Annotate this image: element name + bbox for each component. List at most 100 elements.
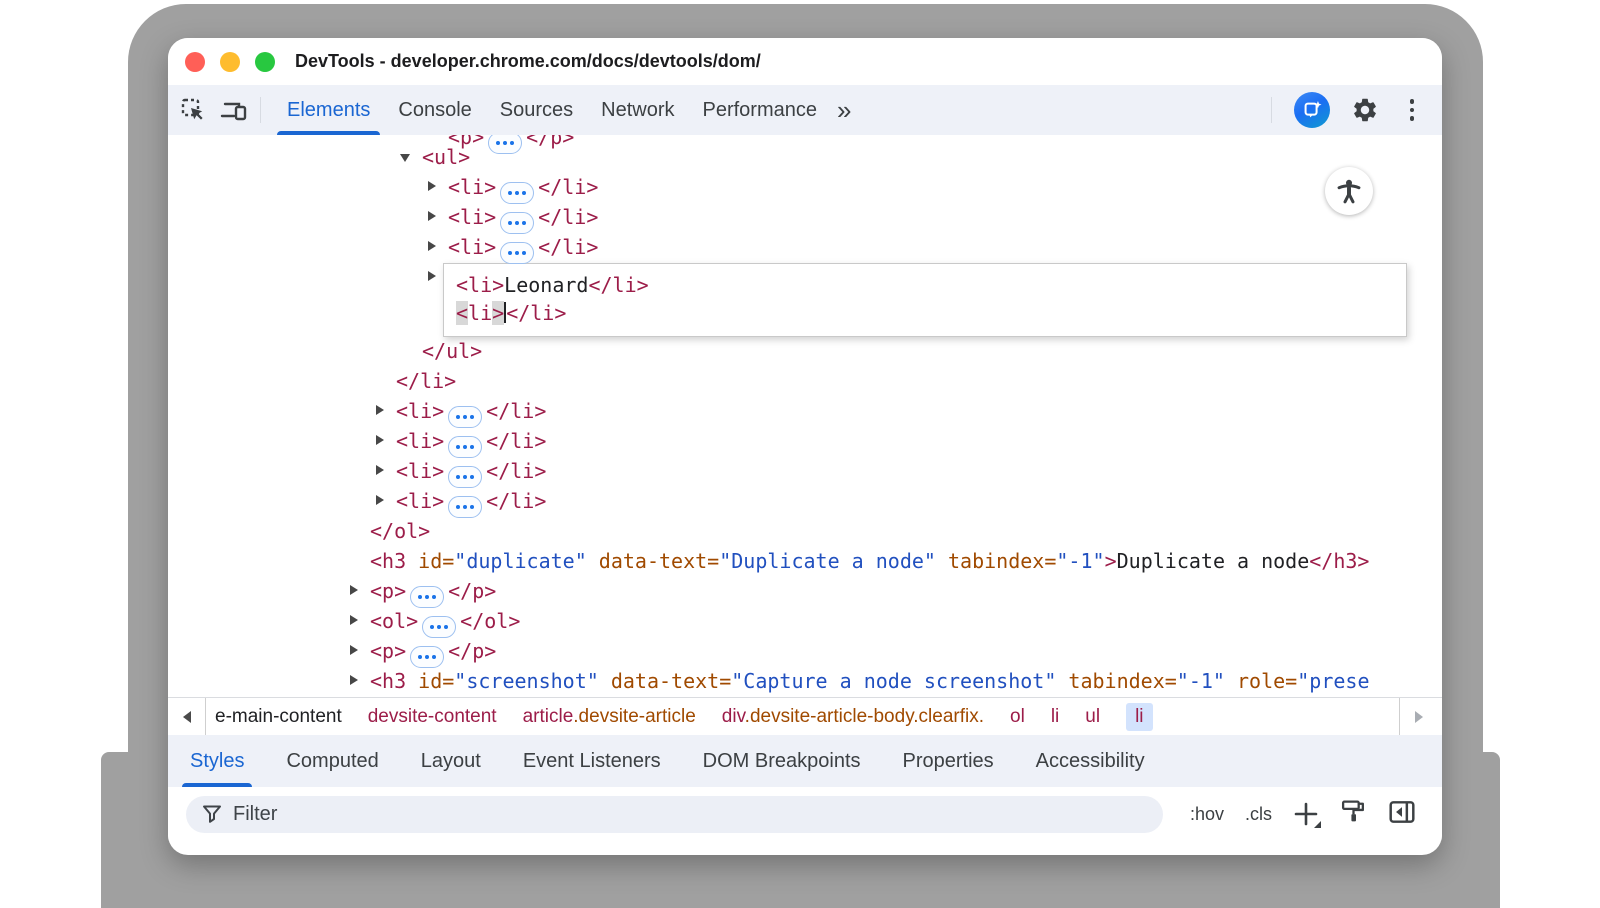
tag-token: </ol> [370,519,430,543]
expand-ellipsis-pill[interactable] [448,436,482,458]
dom-tree-row[interactable]: <ul> [422,142,470,172]
expand-triangle-icon[interactable] [376,495,384,505]
attribute-value-token: "-1" [1177,669,1225,693]
tab-properties[interactable]: Properties [903,735,994,787]
tag-token: <ol> [370,609,418,633]
attribute-value-token: "duplicate" [454,549,586,573]
dom-tree-row[interactable]: <li></li> [396,396,546,426]
maximize-window-icon[interactable] [255,52,275,72]
crumb-tag-part: article [523,706,574,727]
tab-layout[interactable]: Layout [421,735,481,787]
crumb-class-part: .devsite-article [573,706,696,727]
expand-triangle-icon[interactable] [428,181,436,191]
expand-triangle-icon[interactable] [350,615,358,625]
tag-token: <li> [396,399,444,423]
expand-ellipsis-pill[interactable] [488,135,522,154]
new-style-rule-icon[interactable] [1293,801,1319,827]
tab-dom-breakpoints[interactable]: DOM Breakpoints [703,735,861,787]
breadcrumb-item-div-devsite-article-body-clearfix-[interactable]: div.devsite-article-body.clearfix. [722,706,984,728]
tab-performance[interactable]: Performance [689,85,832,135]
breadcrumb-item-li[interactable]: li [1126,703,1152,731]
tag-token: <p> [370,639,406,663]
filter-placeholder: Filter [233,803,277,826]
expand-ellipsis-pill[interactable] [500,182,534,204]
dom-tree-row[interactable]: </ul> [422,336,482,366]
dom-tree-row[interactable]: </ol> [370,516,430,546]
dom-tree-row[interactable]: <li></li> [448,172,598,202]
expand-triangle-icon[interactable] [428,211,436,221]
tab-network[interactable]: Network [587,85,688,135]
expand-ellipsis-pill[interactable] [448,466,482,488]
collapse-triangle-icon[interactable] [400,154,410,162]
kebab-menu-icon[interactable] [1400,99,1424,121]
expand-ellipsis-pill[interactable] [448,496,482,518]
tab-styles[interactable]: Styles [190,735,244,787]
tag-token: </h3> [1309,549,1369,573]
tag-token: <li> [396,429,444,453]
dom-tree-row[interactable]: <ol></ol> [370,606,520,636]
attribute-value-token: "Capture a node screenshot" [731,669,1056,693]
expand-triangle-icon[interactable] [376,405,384,415]
expand-ellipsis-pill[interactable] [410,586,444,608]
expand-triangle-icon[interactable] [350,585,358,595]
dom-tree-row[interactable]: <h3 id="duplicate" data-text="Duplicate … [370,546,1369,576]
expand-ellipsis-pill[interactable] [448,406,482,428]
breadcrumb-scroll-left-button[interactable] [168,698,206,737]
tab-computed[interactable]: Computed [286,735,378,787]
expand-ellipsis-pill[interactable] [500,242,534,264]
tab-elements[interactable]: Elements [273,85,384,135]
devtools-toolbar: ElementsConsoleSourcesNetworkPerformance… [168,85,1442,136]
breadcrumb-scroll-right-button[interactable] [1399,698,1437,736]
dom-tree-row[interactable]: <li></li> [396,426,546,456]
more-tabs-icon[interactable]: » [831,87,857,133]
gear-icon[interactable] [1350,95,1380,125]
expand-triangle-icon[interactable] [428,271,436,281]
tag-token: <li> [456,273,504,297]
expand-triangle-icon[interactable] [350,675,358,685]
attribute-name-token: tabindex= [948,549,1056,573]
tag-token: <li> [396,459,444,483]
breadcrumb-item-devsite-content[interactable]: devsite-content [368,706,497,728]
expand-triangle-icon[interactable] [428,241,436,251]
dom-tree-row[interactable]: <li></li> [448,232,598,262]
dom-tree[interactable]: <li>Leonard</li><li></li> <p></p> <ul> <li… [168,135,1442,697]
dom-tree-row[interactable]: <p></p> [370,576,496,606]
crumb-tag-part: ul [1085,706,1100,727]
breadcrumb-item-ol[interactable]: ol [1010,706,1025,728]
dom-tree-row[interactable]: <h3 id="screenshot" data-text="Capture a… [370,666,1369,696]
tab-sources[interactable]: Sources [486,85,587,135]
tab-event-listeners[interactable]: Event Listeners [523,735,661,787]
tag-token: <ul> [422,145,470,169]
tab-accessibility[interactable]: Accessibility [1036,735,1145,787]
toggle-element-state-button[interactable]: :hov [1190,804,1224,825]
expand-ellipsis-pill[interactable] [422,616,456,638]
styles-filter-input[interactable]: Filter [186,796,1163,833]
breadcrumb-item-e-main-content[interactable]: e-main-content [215,706,342,728]
dom-tree-row[interactable]: <li></li> [396,486,546,516]
device-toolbar-icon[interactable] [220,95,250,125]
expand-ellipsis-pill[interactable] [500,212,534,234]
dom-tree-row[interactable]: <p></p> [370,636,496,666]
chevron-right-icon [1415,711,1423,723]
close-window-icon[interactable] [185,52,205,72]
dom-tree-row[interactable]: <li></li> [448,202,598,232]
attribute-name-token: role= [1237,669,1297,693]
minimize-window-icon[interactable] [220,52,240,72]
expand-triangle-icon[interactable] [376,465,384,475]
accessibility-floating-button[interactable] [1325,167,1373,215]
expand-triangle-icon[interactable] [350,645,358,655]
inline-html-editor[interactable]: <li>Leonard</li><li></li> [443,263,1407,337]
breadcrumb-item-li[interactable]: li [1051,706,1059,728]
expand-ellipsis-pill[interactable] [410,646,444,668]
expand-triangle-icon[interactable] [376,435,384,445]
tab-console[interactable]: Console [384,85,485,135]
dom-tree-row[interactable]: <li></li> [396,456,546,486]
dom-tree-row[interactable]: </li> [396,366,456,396]
paint-roller-icon[interactable] [1340,798,1367,830]
ai-assistant-icon[interactable] [1294,92,1330,128]
inspect-cursor-icon[interactable] [178,95,208,125]
sidebar-toggle-icon[interactable] [1388,799,1416,830]
breadcrumb-item-ul[interactable]: ul [1085,706,1100,728]
breadcrumb-item-article-devsite-article[interactable]: article.devsite-article [523,706,696,728]
element-classes-button[interactable]: .cls [1245,804,1272,825]
